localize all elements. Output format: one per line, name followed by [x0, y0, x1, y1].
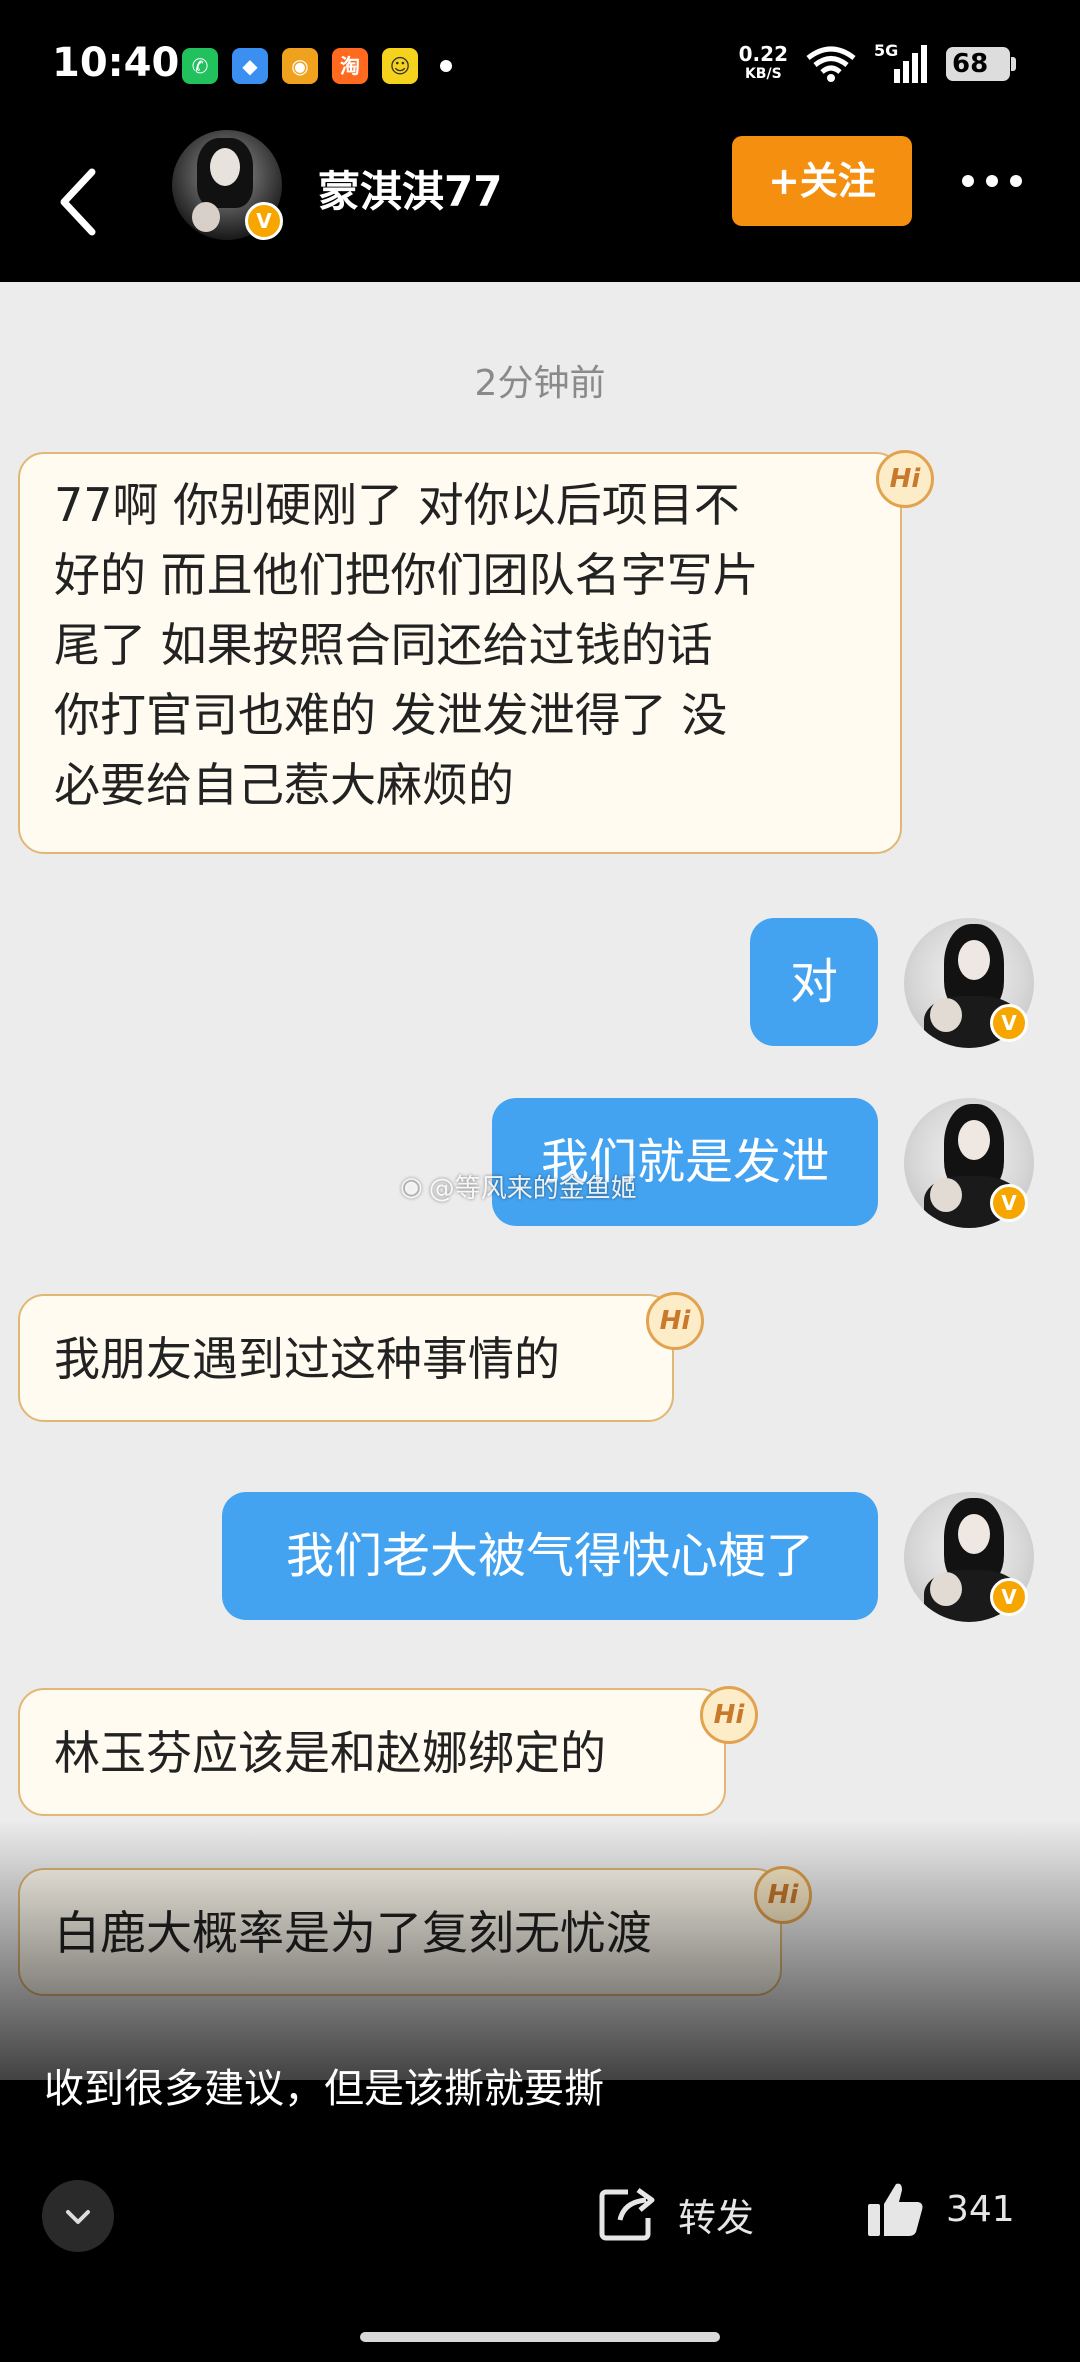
- network-speed-unit: KB/S: [744, 66, 782, 82]
- hi-badge-icon: Hi: [876, 450, 934, 508]
- chevron-down-icon: [66, 2210, 90, 2224]
- verified-badge-icon: V: [245, 202, 283, 240]
- signal-type-label: 5G: [874, 41, 899, 60]
- thumbs-up-icon: [868, 2183, 923, 2236]
- network-speed-value: 0.22: [738, 42, 788, 66]
- battery-icon: 68: [946, 47, 1016, 81]
- message-bubble-outgoing[interactable]: 我们老大被气得快心梗了: [222, 1492, 878, 1620]
- message-bubble-incoming[interactable]: 77啊 你别硬刚了 对你以后项目不 好的 而且他们把你们团队名字写片 尾了 如果…: [18, 452, 902, 854]
- notification-icons: ✆ ◆ ◉ 淘 ☺: [182, 48, 452, 84]
- home-indicator[interactable]: [360, 2332, 720, 2342]
- back-arrow-icon[interactable]: [50, 150, 110, 250]
- blue-app-icon: ◆: [232, 48, 268, 84]
- like-button[interactable]: 341: [866, 2180, 1015, 2238]
- hi-badge-icon: Hi: [646, 1292, 704, 1350]
- weibo-watermark-icon: ◉: [400, 1171, 423, 1202]
- hi-badge-icon: Hi: [700, 1686, 758, 1744]
- chat-header: V 蒙淇淇77 +关注: [0, 130, 1080, 280]
- taobao-icon: 淘: [332, 48, 368, 84]
- verified-badge-icon: V: [990, 1578, 1028, 1616]
- more-options-icon[interactable]: [962, 166, 1032, 196]
- status-bar: 10:40 ✆ ◆ ◉ 淘 ☺ 0.22 KB/S 5G 68: [0, 0, 1080, 130]
- weibo-icon: ◉: [282, 48, 318, 84]
- network-speed: 0.22 KB/S: [739, 44, 788, 84]
- status-time: 10:40: [52, 40, 180, 86]
- my-avatar[interactable]: V: [904, 918, 1034, 1048]
- watermark-text: @等风来的金鱼姬: [428, 1174, 637, 1204]
- message-bubble-outgoing[interactable]: 我们就是发泄: [492, 1098, 878, 1226]
- bottom-action-bar: 转发 341: [0, 2080, 1080, 2362]
- watermark: ◉ @等风来的金鱼姬: [400, 1168, 637, 1205]
- verified-badge-icon: V: [990, 1184, 1028, 1222]
- my-avatar[interactable]: V: [904, 1492, 1034, 1622]
- message-bubble-incoming[interactable]: 白鹿大概率是为了复刻无忧渡: [18, 1868, 782, 1996]
- wechat-icon: ✆: [182, 48, 218, 84]
- my-avatar[interactable]: V: [904, 1098, 1034, 1228]
- yellow-app-icon: ☺: [382, 48, 418, 84]
- message-bubble-outgoing[interactable]: 对: [750, 918, 878, 1046]
- verified-badge-icon: V: [990, 1004, 1028, 1042]
- share-icon: [599, 2187, 655, 2241]
- post-caption: 收到很多建议，但是该撕就要撕: [44, 2066, 604, 2112]
- contact-name[interactable]: 蒙淇淇77: [318, 158, 502, 219]
- chat-area[interactable]: 2分钟前 77啊 你别硬刚了 对你以后项目不 好的 而且他们把你们团队名字写片 …: [0, 282, 1080, 2080]
- collapse-button[interactable]: [42, 2180, 114, 2252]
- status-indicators: 0.22 KB/S 5G 68: [739, 41, 1016, 84]
- wifi-icon: [806, 46, 856, 82]
- share-button[interactable]: 转发: [598, 2186, 754, 2242]
- like-count: 341: [946, 2188, 1015, 2230]
- cellular-signal-icon: 5G: [874, 41, 928, 83]
- follow-button[interactable]: +关注: [732, 136, 912, 226]
- message-timestamp: 2分钟前: [474, 363, 606, 404]
- message-bubble-incoming[interactable]: 我朋友遇到过这种事情的: [18, 1294, 674, 1422]
- more-notifications-dot-icon: [440, 60, 452, 72]
- message-bubble-incoming[interactable]: 林玉芬应该是和赵娜绑定的: [18, 1688, 726, 1816]
- hi-badge-icon: Hi: [754, 1866, 812, 1924]
- share-label: 转发: [678, 2195, 755, 2240]
